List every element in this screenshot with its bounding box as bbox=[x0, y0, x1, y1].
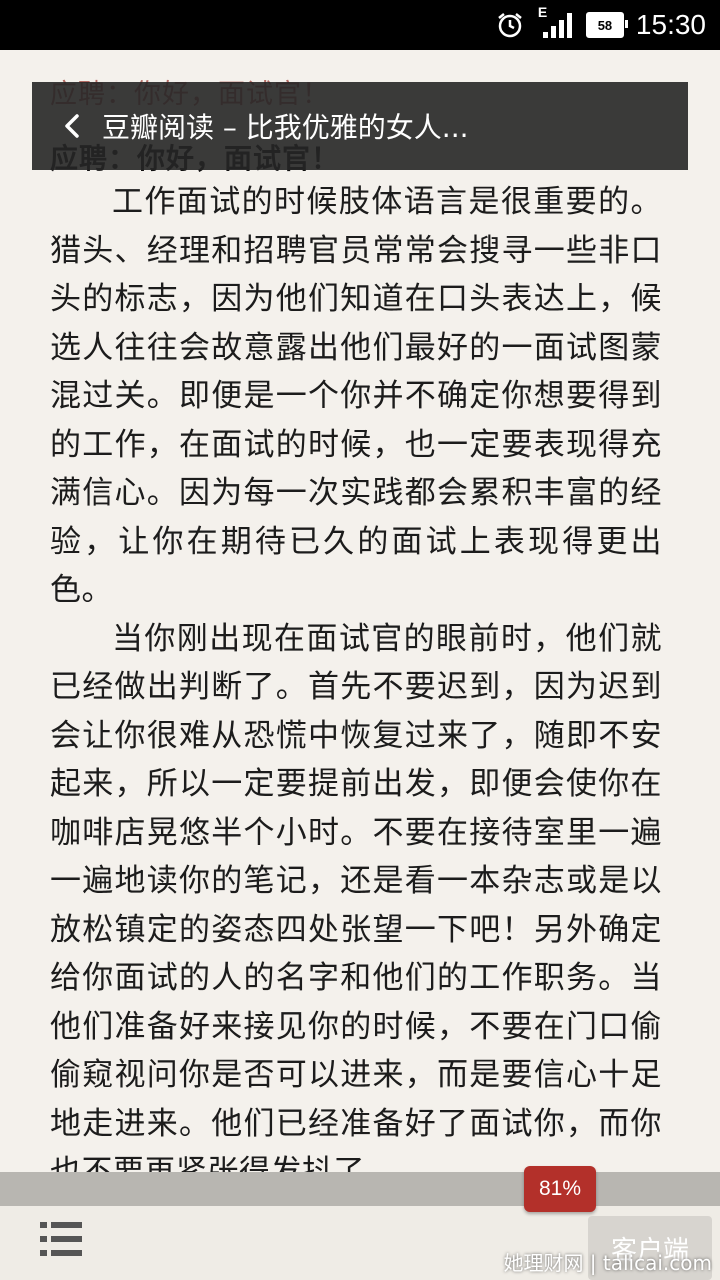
alarm-clock-icon bbox=[498, 13, 522, 38]
watermark: 她理财网 | talicai.com bbox=[503, 1251, 712, 1275]
app-bar: 豆瓣阅读 – 比我优雅的女人... bbox=[32, 82, 688, 170]
list-menu-icon[interactable] bbox=[40, 1220, 82, 1258]
progress-track[interactable] bbox=[0, 1172, 720, 1206]
progress-badge[interactable]: 81% bbox=[524, 1166, 596, 1212]
article-body: 工作面试的时候肢体语言是很重要的。猎头、经理和招聘官员常常会搜寻一些非口头的标志… bbox=[50, 178, 662, 1197]
battery-level: 58 bbox=[597, 17, 613, 33]
status-time: 15:30 bbox=[635, 9, 706, 40]
network-type-label: E bbox=[537, 4, 548, 20]
book-title[interactable]: 豆瓣阅读 – 比我优雅的女人... bbox=[102, 106, 469, 146]
back-chevron-icon[interactable] bbox=[60, 113, 86, 139]
battery-icon: 58 bbox=[585, 12, 628, 38]
article-paragraph: 当你刚出现在面试官的眼前时，他们就已经做出判断了。首先不要迟到，因为迟到会让你很… bbox=[50, 620, 662, 1191]
article-paragraph: 工作面试的时候肢体语言是很重要的。猎头、经理和招聘官员常常会搜寻一些非口头的标志… bbox=[50, 184, 662, 608]
signal-icon: E bbox=[538, 4, 572, 38]
status-bar: E 58 15:30 bbox=[0, 0, 720, 50]
